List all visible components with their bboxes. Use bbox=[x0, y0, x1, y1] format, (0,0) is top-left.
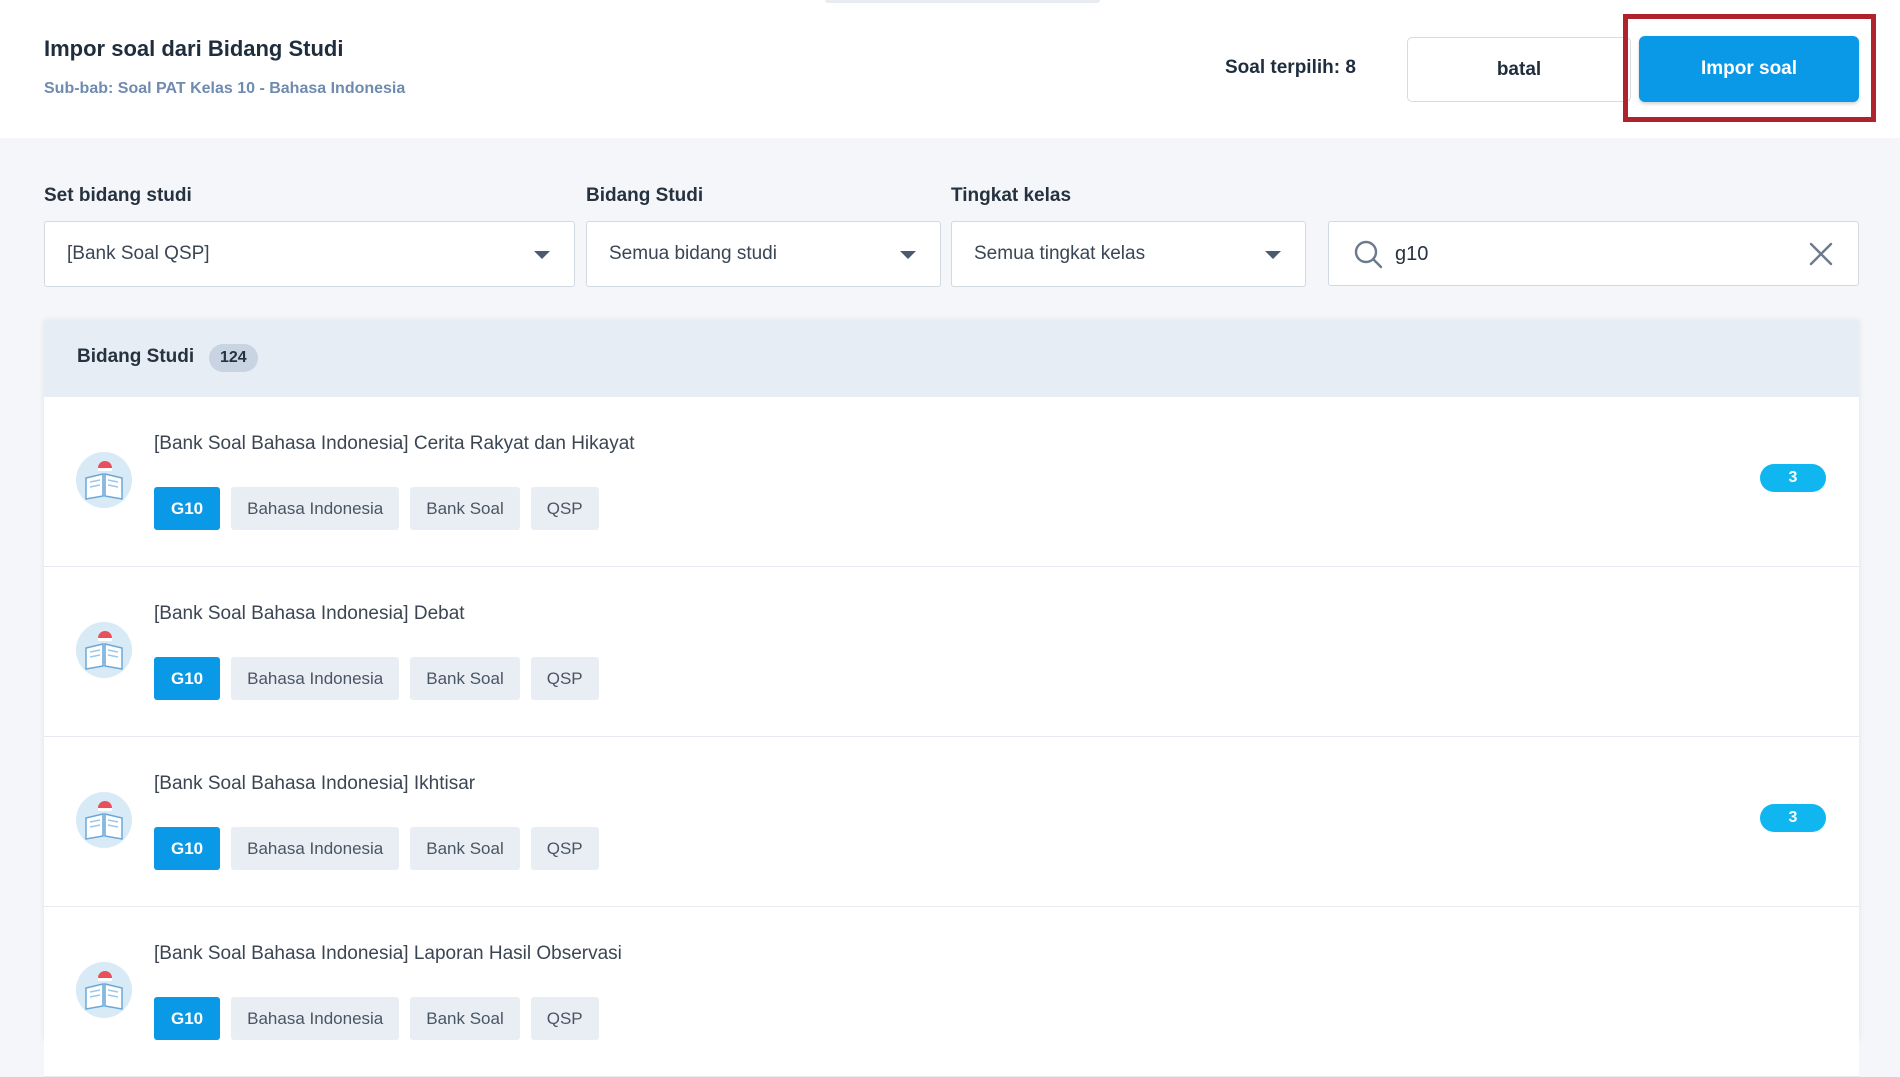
list-header-title: Bidang Studi bbox=[77, 346, 195, 367]
chevron-down-icon bbox=[534, 251, 550, 259]
list-item-title: [Bank Soal Bahasa Indonesia] Debat bbox=[154, 603, 465, 624]
tag: Bank Soal bbox=[410, 657, 520, 700]
tag: QSP bbox=[530, 827, 599, 870]
tag: QSP bbox=[530, 997, 599, 1040]
chevron-down-icon bbox=[900, 251, 916, 259]
search-input[interactable] bbox=[1395, 234, 1775, 274]
list-item[interactable]: [Bank Soal Bahasa Indonesia] Ikhtisar G10… bbox=[44, 737, 1859, 907]
list-item-title: [Bank Soal Bahasa Indonesia] Laporan Has… bbox=[154, 943, 622, 964]
search-field[interactable] bbox=[1328, 221, 1859, 286]
set-select[interactable]: [Bank Soal QSP] bbox=[44, 221, 575, 287]
search-icon bbox=[1354, 240, 1383, 269]
book-icon bbox=[76, 452, 132, 508]
tag: QSP bbox=[530, 657, 599, 700]
book-icon bbox=[76, 792, 132, 848]
subject-filter-label: Bidang Studi bbox=[586, 185, 704, 206]
cancel-button[interactable]: batal bbox=[1407, 37, 1631, 102]
tag: Bahasa Indonesia bbox=[231, 657, 400, 700]
tag: Bahasa Indonesia bbox=[231, 487, 400, 530]
list-item-title: [Bank Soal Bahasa Indonesia] Ikhtisar bbox=[154, 773, 476, 794]
subject-select-value: Semua bidang studi bbox=[609, 243, 777, 264]
top-notch bbox=[825, 0, 1100, 3]
close-icon[interactable] bbox=[1808, 241, 1834, 267]
book-icon bbox=[76, 962, 132, 1018]
page-subtitle: Sub-bab: Soal PAT Kelas 10 - Bahasa Indo… bbox=[44, 80, 406, 97]
set-filter-label: Set bidang studi bbox=[44, 185, 192, 206]
tag: Bank Soal bbox=[410, 827, 520, 870]
selected-count-badge: 3 bbox=[1760, 804, 1826, 832]
page-title: Impor soal dari Bidang Studi bbox=[44, 36, 344, 61]
grade-filter-label: Tingkat kelas bbox=[951, 185, 1072, 206]
tag-group: G10 Bahasa Indonesia Bank Soal QSP bbox=[154, 657, 599, 700]
tag-group: G10 Bahasa Indonesia Bank Soal QSP bbox=[154, 997, 599, 1040]
top-bar: Impor soal dari Bidang Studi Sub-bab: So… bbox=[0, 0, 1900, 138]
tag: Bahasa Indonesia bbox=[231, 827, 400, 870]
list-item[interactable]: [Bank Soal Bahasa Indonesia] Debat G10 Bah… bbox=[44, 567, 1859, 737]
import-button[interactable]: Impor soal bbox=[1639, 36, 1859, 102]
selected-count-badge: 3 bbox=[1760, 464, 1826, 492]
tag-group: G10 Bahasa Indonesia Bank Soal QSP bbox=[154, 487, 599, 530]
tag: QSP bbox=[530, 487, 599, 530]
set-select-value: [Bank Soal QSP] bbox=[67, 243, 210, 264]
list-count-badge: 124 bbox=[209, 344, 258, 372]
grade-select-value: Semua tingkat kelas bbox=[974, 243, 1146, 264]
tag: Bank Soal bbox=[410, 997, 520, 1040]
subject-list: Bidang Studi 124 [Bank Soal Bahasa Indon… bbox=[44, 320, 1859, 1077]
grade-tag: G10 bbox=[154, 997, 221, 1040]
subject-select[interactable]: Semua bidang studi bbox=[586, 221, 941, 287]
grade-select[interactable]: Semua tingkat kelas bbox=[951, 221, 1306, 287]
list-item-title: [Bank Soal Bahasa Indonesia] Cerita Raky… bbox=[154, 433, 635, 454]
tag: Bahasa Indonesia bbox=[231, 997, 400, 1040]
book-icon bbox=[76, 622, 132, 678]
selected-count: Soal terpilih: 8 bbox=[1225, 57, 1356, 78]
list-item[interactable]: [Bank Soal Bahasa Indonesia] Cerita Raky… bbox=[44, 397, 1859, 567]
grade-tag: G10 bbox=[154, 487, 221, 530]
grade-tag: G10 bbox=[154, 657, 221, 700]
tag-group: G10 Bahasa Indonesia Bank Soal QSP bbox=[154, 827, 599, 870]
list-item[interactable]: [Bank Soal Bahasa Indonesia] Laporan Has… bbox=[44, 907, 1859, 1077]
chevron-down-icon bbox=[1265, 251, 1281, 259]
list-header: Bidang Studi 124 bbox=[44, 320, 1859, 397]
tag: Bank Soal bbox=[410, 487, 520, 530]
grade-tag: G10 bbox=[154, 827, 221, 870]
